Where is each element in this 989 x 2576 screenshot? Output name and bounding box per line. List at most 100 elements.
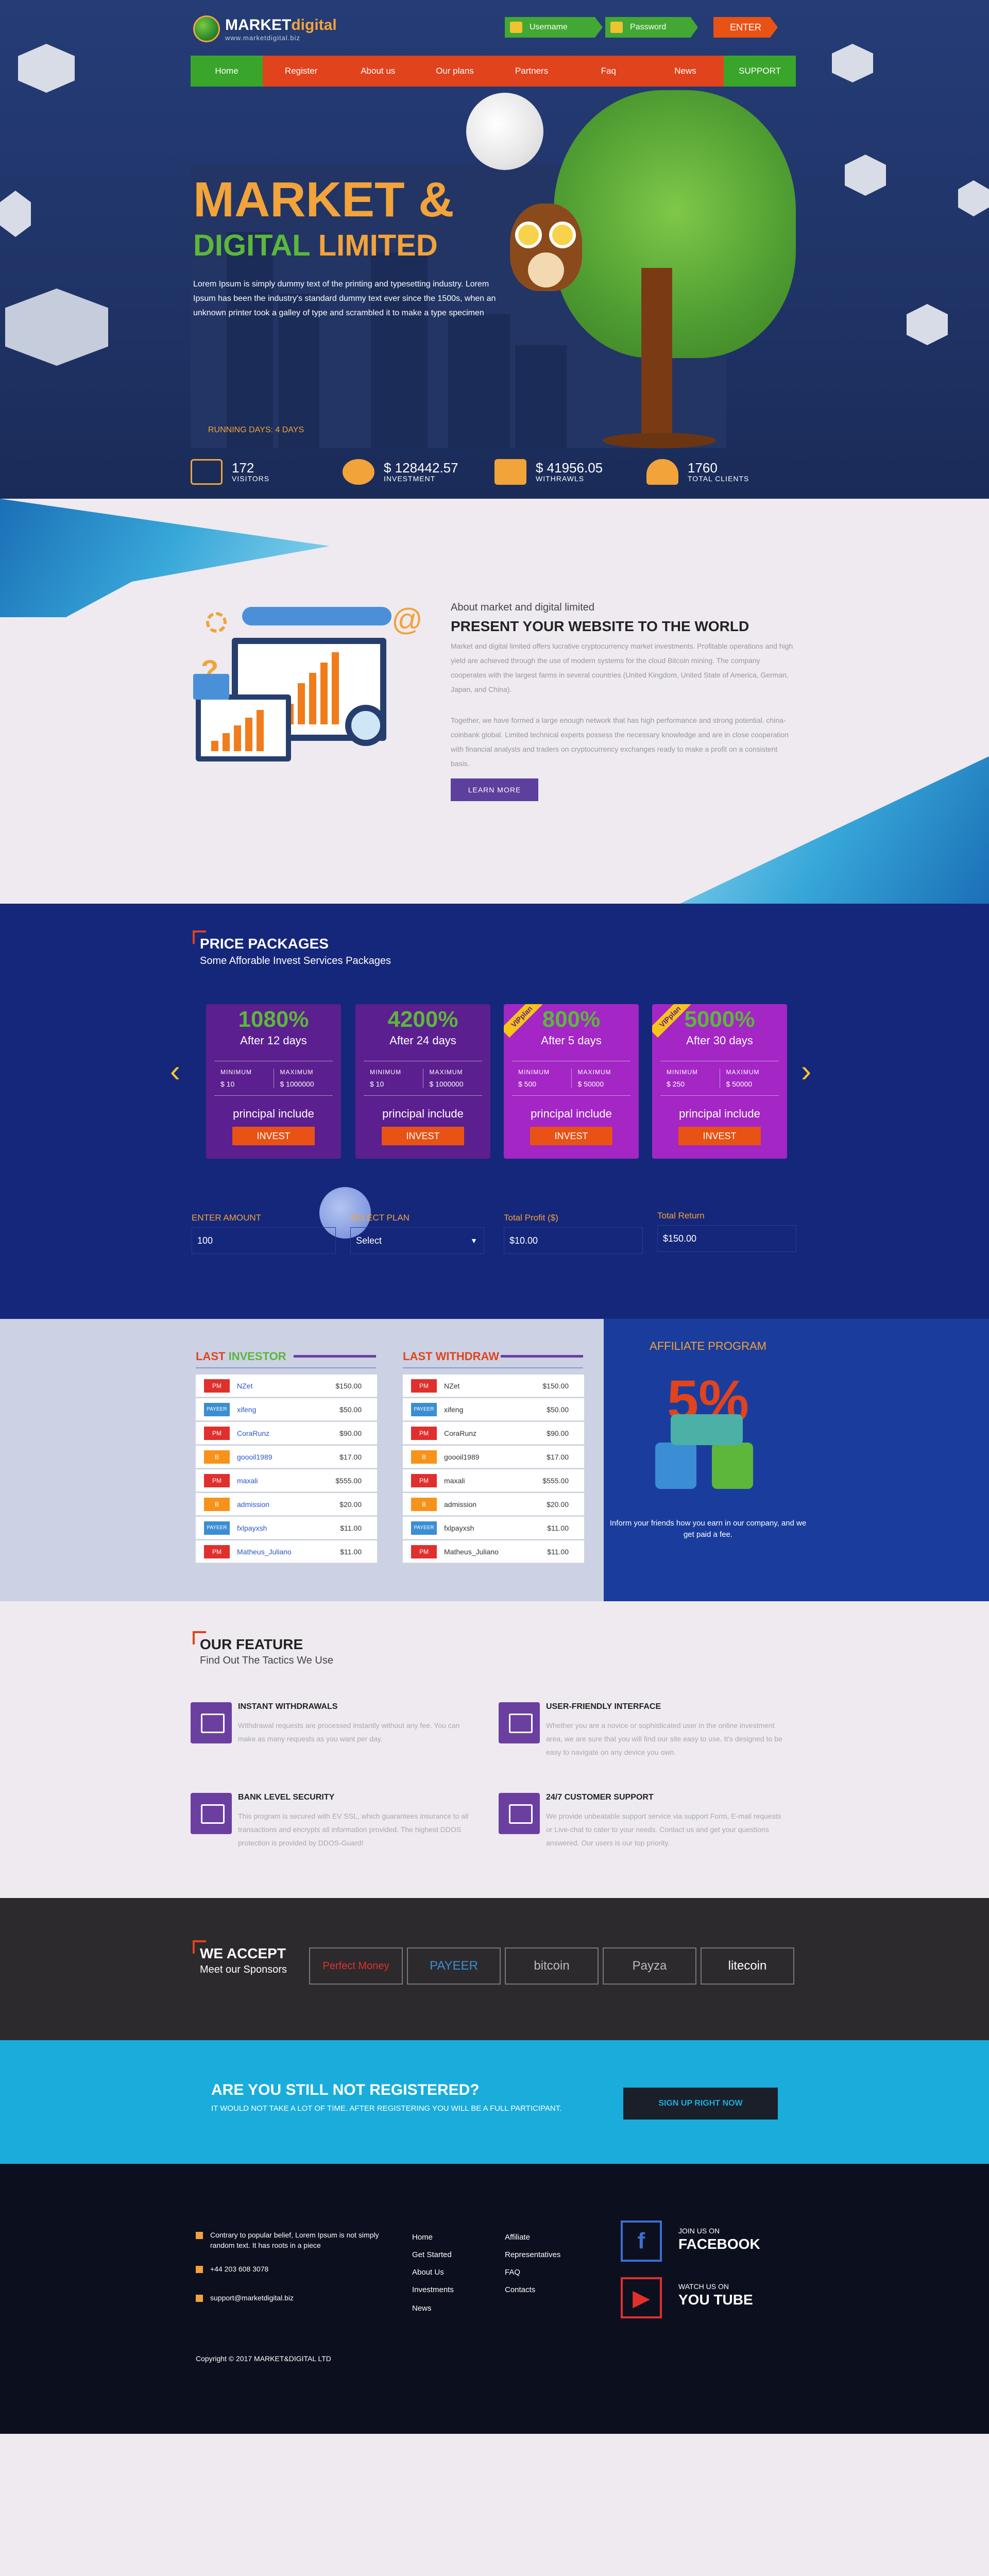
nav-home[interactable]: Home	[191, 56, 263, 87]
table-row: PM maxali $555.00	[196, 1469, 377, 1492]
footer-link[interactable]: Representatives	[505, 2250, 560, 2259]
chat-bubble-icon	[193, 674, 229, 700]
building	[227, 232, 273, 448]
copyright: Copyright © 2017 MARKET&DIGITAL LTD	[196, 2354, 331, 2363]
magnifier-icon	[345, 705, 386, 746]
payment-badge: B	[411, 1497, 437, 1511]
user-name: maxali	[237, 1476, 258, 1485]
invest-button[interactable]: INVEST	[232, 1127, 315, 1145]
username-field[interactable]: Username	[505, 17, 603, 38]
sponsor-bitcoin[interactable]: bitcoin	[505, 1947, 599, 1985]
feature-section: OUR FEATURE Find Out The Tactics We Use …	[0, 1601, 989, 1898]
footer-link[interactable]: Affiliate	[505, 2233, 530, 2242]
running-days: RUNNING DAYS: 4 DAYS	[208, 426, 304, 434]
footer-link[interactable]: Contacts	[505, 2285, 535, 2294]
enter-button[interactable]: ENTER	[713, 17, 778, 38]
site-logo[interactable]: MARKETdigital www.marketdigital.biz	[193, 13, 337, 44]
amount: $90.00	[547, 1429, 569, 1437]
monitor-icon	[499, 1702, 540, 1743]
youtube-icon[interactable]: ▶	[621, 2277, 662, 2318]
sponsor-perfect-money[interactable]: Perfect Money	[309, 1947, 403, 1985]
amount: $17.00	[547, 1452, 569, 1461]
chat-bubble-icon	[671, 1414, 743, 1445]
hero-section: MARKETdigital www.marketdigital.biz User…	[0, 0, 989, 499]
amount-input[interactable]: 100	[192, 1227, 336, 1254]
footer-link[interactable]: Investments	[412, 2285, 454, 2294]
affiliate-text: Inform your friends how you earn in our …	[609, 1519, 807, 1539]
about-title: PRESENT YOUR WEBSITE TO THE WORLD	[451, 618, 749, 634]
decor-cube	[845, 155, 886, 196]
prev-arrow-icon[interactable]: ‹	[170, 1053, 180, 1089]
hero-text: Lorem Ipsum is simply dummy text of the …	[193, 280, 496, 317]
table-row: PAYEER fxlpayxsh $11.00	[403, 1517, 584, 1539]
payment-badge: B	[411, 1450, 437, 1464]
table-row: Badmission $20.00	[403, 1493, 584, 1516]
nav-faq[interactable]: Faq	[570, 56, 647, 87]
invest-button[interactable]: INVEST	[382, 1127, 464, 1145]
sponsor-payza[interactable]: Payza	[603, 1947, 696, 1985]
package-term: After 12 days	[240, 1034, 307, 1047]
search-bar-illustration	[242, 607, 391, 625]
main-nav: Home Register About us Our plans Partner…	[191, 56, 796, 87]
package-card: VIPplan 5000% After 30 days MINIMUM $ 250…	[652, 1004, 787, 1159]
nav-news[interactable]: News	[647, 56, 724, 87]
youtube-label[interactable]: YOU TUBE	[678, 2292, 753, 2308]
package-percent: 1080%	[238, 1007, 309, 1032]
sponsor-litecoin[interactable]: litecoin	[701, 1947, 794, 1985]
price-title: PRICE PACKAGES	[193, 930, 329, 952]
page-bottom	[0, 2434, 989, 2576]
amount: $50.00	[547, 1405, 569, 1414]
payment-badge: PAYEER	[411, 1521, 437, 1535]
footer-link[interactable]: About Us	[412, 2268, 444, 2277]
footer-email[interactable]: support@marketdigital.biz	[196, 2293, 294, 2303]
table-row: PAYEER fxlpayxsh $11.00	[196, 1517, 377, 1539]
at-icon: @	[391, 602, 423, 637]
chart-icon	[191, 459, 223, 485]
facebook-label[interactable]: FACEBOOK	[678, 2236, 760, 2252]
lock-icon	[610, 22, 623, 33]
nav-plans[interactable]: Our plans	[416, 56, 493, 87]
facebook-icon[interactable]: f	[621, 2221, 662, 2262]
invest-button[interactable]: INVEST	[678, 1127, 761, 1145]
next-arrow-icon[interactable]: ›	[801, 1053, 811, 1089]
feature-subtitle: Find Out The Tactics We Use	[200, 1655, 333, 1666]
thumbs-up-icon	[712, 1443, 753, 1489]
decor-cube	[907, 304, 948, 345]
footer-link[interactable]: News	[412, 2304, 432, 2313]
amount: $555.00	[335, 1476, 362, 1485]
nav-about[interactable]: About us	[339, 56, 416, 87]
footer-link[interactable]: Home	[412, 2233, 433, 2242]
footer-address: Contrary to popular belief, Lorem Ipsum …	[196, 2230, 381, 2250]
payment-badge: PM	[204, 1426, 230, 1440]
package-principal: principal include	[233, 1107, 314, 1120]
logo-text: MARKETdigital	[225, 16, 337, 33]
footer-link[interactable]: Get Started	[412, 2250, 452, 2259]
user-name: admission	[237, 1500, 270, 1509]
owl-eye	[549, 222, 576, 248]
sign-up-button[interactable]: SIGN UP RIGHT NOW	[623, 2088, 778, 2120]
owl-illustration	[510, 204, 582, 291]
computer-icon	[191, 1702, 232, 1743]
nav-support[interactable]: SUPPORT	[724, 56, 796, 87]
amount: $555.00	[542, 1476, 569, 1485]
invest-button[interactable]: INVEST	[530, 1127, 612, 1145]
package-card: VIPplan 800% After 5 days MINIMUM $ 500 MA…	[504, 1004, 639, 1159]
nav-register[interactable]: Register	[263, 56, 339, 87]
learn-more-button[interactable]: LEARN MORE	[451, 778, 538, 801]
analytics-illustration: @ ?	[191, 602, 428, 777]
user-name: goooil1989	[237, 1452, 272, 1461]
package-principal: principal include	[531, 1107, 612, 1120]
password-field[interactable]: Password	[605, 17, 698, 38]
feature-title: OUR FEATURE	[192, 1631, 303, 1652]
amount: $20.00	[339, 1500, 362, 1509]
plan-select[interactable]: Select ▼	[350, 1227, 484, 1254]
tree-illustration	[554, 90, 796, 358]
footer-link[interactable]: FAQ	[505, 2268, 520, 2277]
nav-partners[interactable]: Partners	[493, 56, 570, 87]
gear-icon	[206, 612, 227, 633]
sponsor-payeer[interactable]: PAYEER	[407, 1947, 501, 1985]
accept-subtitle: Meet our Sponsors	[200, 1964, 287, 1975]
user-icon	[510, 22, 522, 33]
owl-eye	[515, 222, 542, 248]
register-cta: ARE YOU STILL NOT REGISTERED? IT WOULD N…	[0, 2040, 989, 2164]
